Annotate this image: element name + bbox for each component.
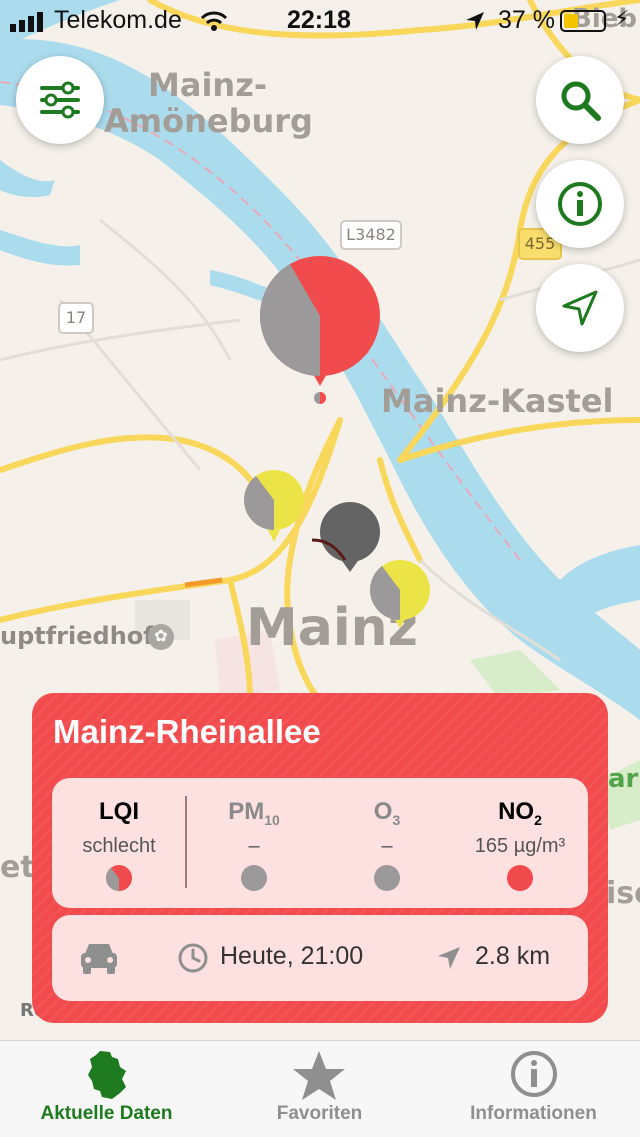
distance-arrow-icon <box>438 947 460 969</box>
pollutant-values-panel: LQI schlecht PM10 – O3 – NO2 165 µg/m³ <box>52 778 588 908</box>
navigation-arrow-icon <box>562 290 598 326</box>
station-info-panel: Heute, 21:00 2.8 km <box>52 915 588 1001</box>
info-button[interactable] <box>536 160 624 248</box>
station-name: Mainz-Rheinallee <box>53 713 321 750</box>
search-button[interactable] <box>536 56 624 144</box>
station-distance: 2.8 km <box>475 942 551 970</box>
signal-strength-icon <box>10 12 43 32</box>
clock: 22:18 <box>287 6 351 34</box>
column-lqi-label: LQI <box>99 798 139 825</box>
tab-informationen-label: Informationen <box>470 1103 597 1124</box>
column-o3-label: O3 <box>373 798 401 828</box>
battery-percentage: 37 % <box>498 6 555 34</box>
info-icon <box>511 1051 557 1097</box>
station-marker-yellow-1[interactable] <box>244 470 304 542</box>
filter-button[interactable] <box>16 56 104 144</box>
measurement-time: Heute, 21:00 <box>220 942 364 970</box>
o3-indicator-dot <box>374 865 400 891</box>
battery-icon <box>560 10 606 32</box>
pm10-indicator-dot <box>241 865 267 891</box>
locate-button[interactable] <box>536 264 624 352</box>
column-pm10-value: – <box>248 835 260 857</box>
column-no2: NO2 165 µg/m³ <box>450 778 590 908</box>
no2-indicator-dot <box>507 865 533 891</box>
clock-icon <box>178 943 208 973</box>
column-o3: O3 – <box>317 778 457 908</box>
column-pm10: PM10 – <box>184 778 324 908</box>
column-pm10-label: PM10 <box>228 798 280 828</box>
tab-bar: Aktuelle Daten Favoriten Informationen <box>0 1040 640 1137</box>
star-icon <box>293 1051 345 1100</box>
lqi-indicator-dot <box>106 865 132 891</box>
column-no2-value: 165 µg/m³ <box>474 835 566 857</box>
sliders-icon <box>40 81 80 119</box>
column-lqi: LQI schlecht <box>52 778 186 908</box>
tab-aktuelle-daten[interactable]: Aktuelle Daten <box>0 1041 213 1137</box>
status-bar: Telekom.de 22:18 37 % ⚡ <box>0 0 640 44</box>
germany-map-icon <box>88 1051 126 1099</box>
carrier-name: Telekom.de <box>54 6 182 34</box>
station-marker-large[interactable] <box>260 256 380 404</box>
station-card[interactable]: Mainz-Rheinallee LQI schlecht PM10 – O3 … <box>32 693 608 1023</box>
tab-favoriten-label: Favoriten <box>276 1103 363 1124</box>
column-lqi-value: schlecht <box>82 835 156 857</box>
station-marker-yellow-2[interactable] <box>370 560 430 628</box>
column-no2-label: NO2 <box>498 798 542 828</box>
location-services-icon <box>466 12 484 30</box>
tab-informationen[interactable]: Informationen <box>427 1041 640 1137</box>
car-icon <box>81 944 117 974</box>
station-marker-selected[interactable] <box>311 502 380 572</box>
wifi-icon <box>200 11 228 31</box>
column-o3-value: – <box>381 835 393 857</box>
info-icon <box>558 182 602 226</box>
battery-charging-icon: ⚡ <box>614 6 630 31</box>
search-icon <box>561 81 601 121</box>
tab-favoriten[interactable]: Favoriten <box>213 1041 426 1137</box>
tab-aktuelle-daten-label: Aktuelle Daten <box>40 1103 173 1124</box>
